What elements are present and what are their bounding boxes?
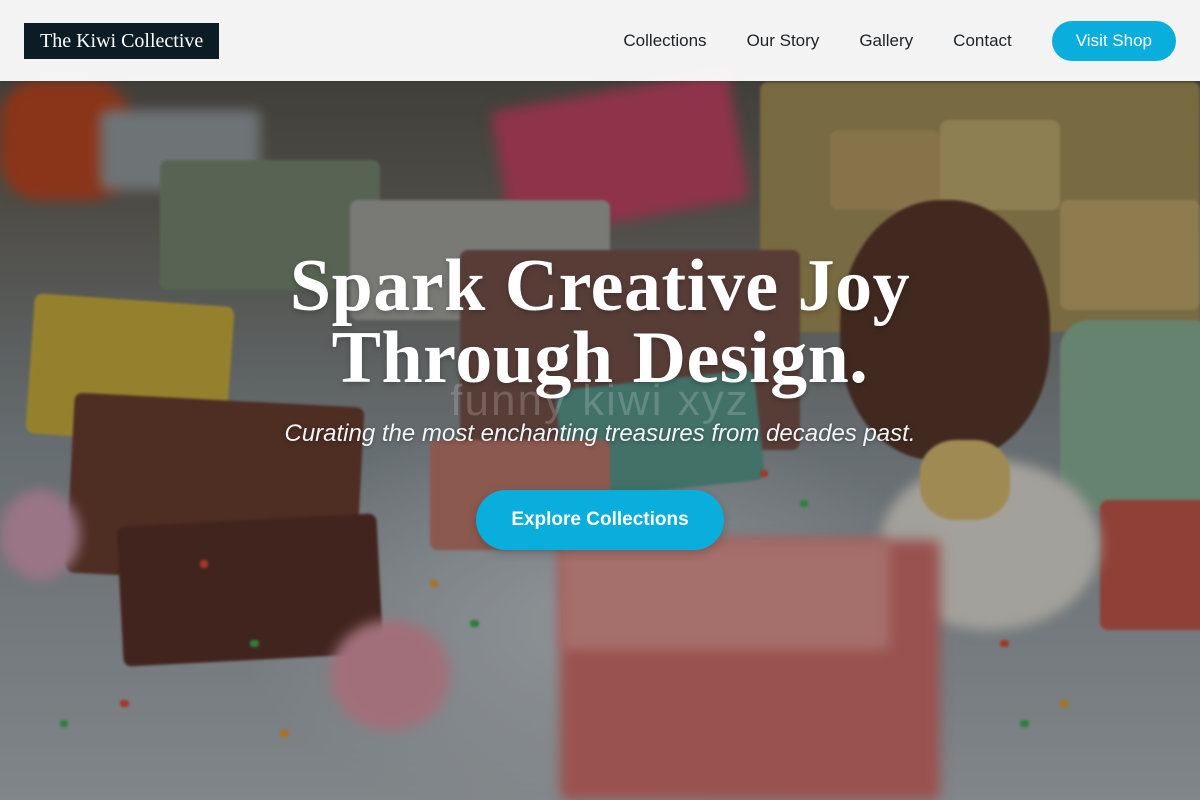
hero-subheadline: Curating the most enchanting treasures f… [284, 420, 916, 447]
hero-headline-line-1: Spark Creative Joy [289, 245, 911, 327]
site-header: The Kiwi Collective Collections Our Stor… [0, 0, 1200, 81]
hero-headline: Spark Creative Joy Through Design. [0, 249, 1200, 395]
nav-link-our-story[interactable]: Our Story [747, 31, 820, 51]
explore-collections-button[interactable]: Explore Collections [476, 490, 724, 550]
nav-link-contact[interactable]: Contact [953, 31, 1012, 51]
brand-logo[interactable]: The Kiwi Collective [24, 22, 220, 59]
visit-shop-button[interactable]: Visit Shop [1051, 20, 1176, 61]
nav-link-gallery[interactable]: Gallery [859, 31, 913, 51]
main-nav: Collections Our Story Gallery Contact [623, 31, 1011, 51]
watermark-text: funny kiwi xyz [450, 376, 750, 425]
nav-link-collections[interactable]: Collections [623, 31, 706, 51]
